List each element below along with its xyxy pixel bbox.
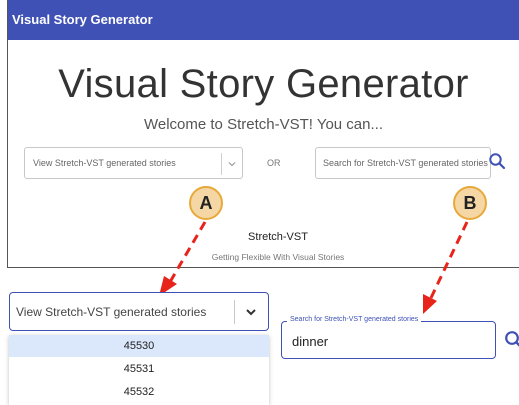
story-select-zoomed-placeholder: View Stretch-VST generated stories (16, 305, 207, 319)
search-field-value: dinner (292, 334, 329, 349)
chevron-down-icon[interactable] (244, 305, 258, 319)
app-bar: Visual Story Generator (8, 0, 519, 40)
story-select-zoomed[interactable]: View Stretch-VST generated stories (9, 292, 269, 331)
story-search-placeholder: Search for Stretch-VST generated stories (323, 158, 488, 168)
story-search-zoomed[interactable]: Search for Stretch-VST generated stories… (281, 316, 496, 359)
callout-badge-b: B (453, 186, 487, 220)
story-select[interactable]: View Stretch-VST generated stories (24, 147, 243, 179)
or-separator: OR (267, 158, 281, 168)
select-divider (221, 153, 222, 175)
search-icon[interactable] (488, 152, 506, 170)
story-dropdown-menu: 45530 45531 45532 (9, 335, 269, 405)
callout-badge-a: A (189, 186, 223, 220)
arrow-b-head (423, 294, 437, 314)
dropdown-option[interactable]: 45532 (9, 381, 269, 403)
app-bar-title: Visual Story Generator (12, 12, 153, 27)
page-title: Visual Story Generator (58, 62, 469, 106)
dropdown-option[interactable]: 45530 (9, 335, 269, 357)
story-search-input[interactable]: Search for Stretch-VST generated stories (315, 147, 491, 179)
chevron-down-icon[interactable] (226, 158, 238, 170)
story-select-placeholder: View Stretch-VST generated stories (33, 158, 176, 168)
app-screenshot-panel: Visual Story Generator Visual Story Gene… (7, 0, 519, 268)
page-subtitle: Welcome to Stretch-VST! You can... (143, 116, 383, 133)
search-field-label: Search for Stretch-VST generated stories (287, 316, 422, 323)
dropdown-option[interactable]: 45531 (9, 358, 269, 380)
search-icon[interactable] (504, 330, 519, 350)
footer-subtitle: Getting Flexible With Visual Stories (211, 252, 345, 262)
select-divider (234, 300, 235, 324)
footer-title: Stretch-VST (248, 231, 308, 243)
